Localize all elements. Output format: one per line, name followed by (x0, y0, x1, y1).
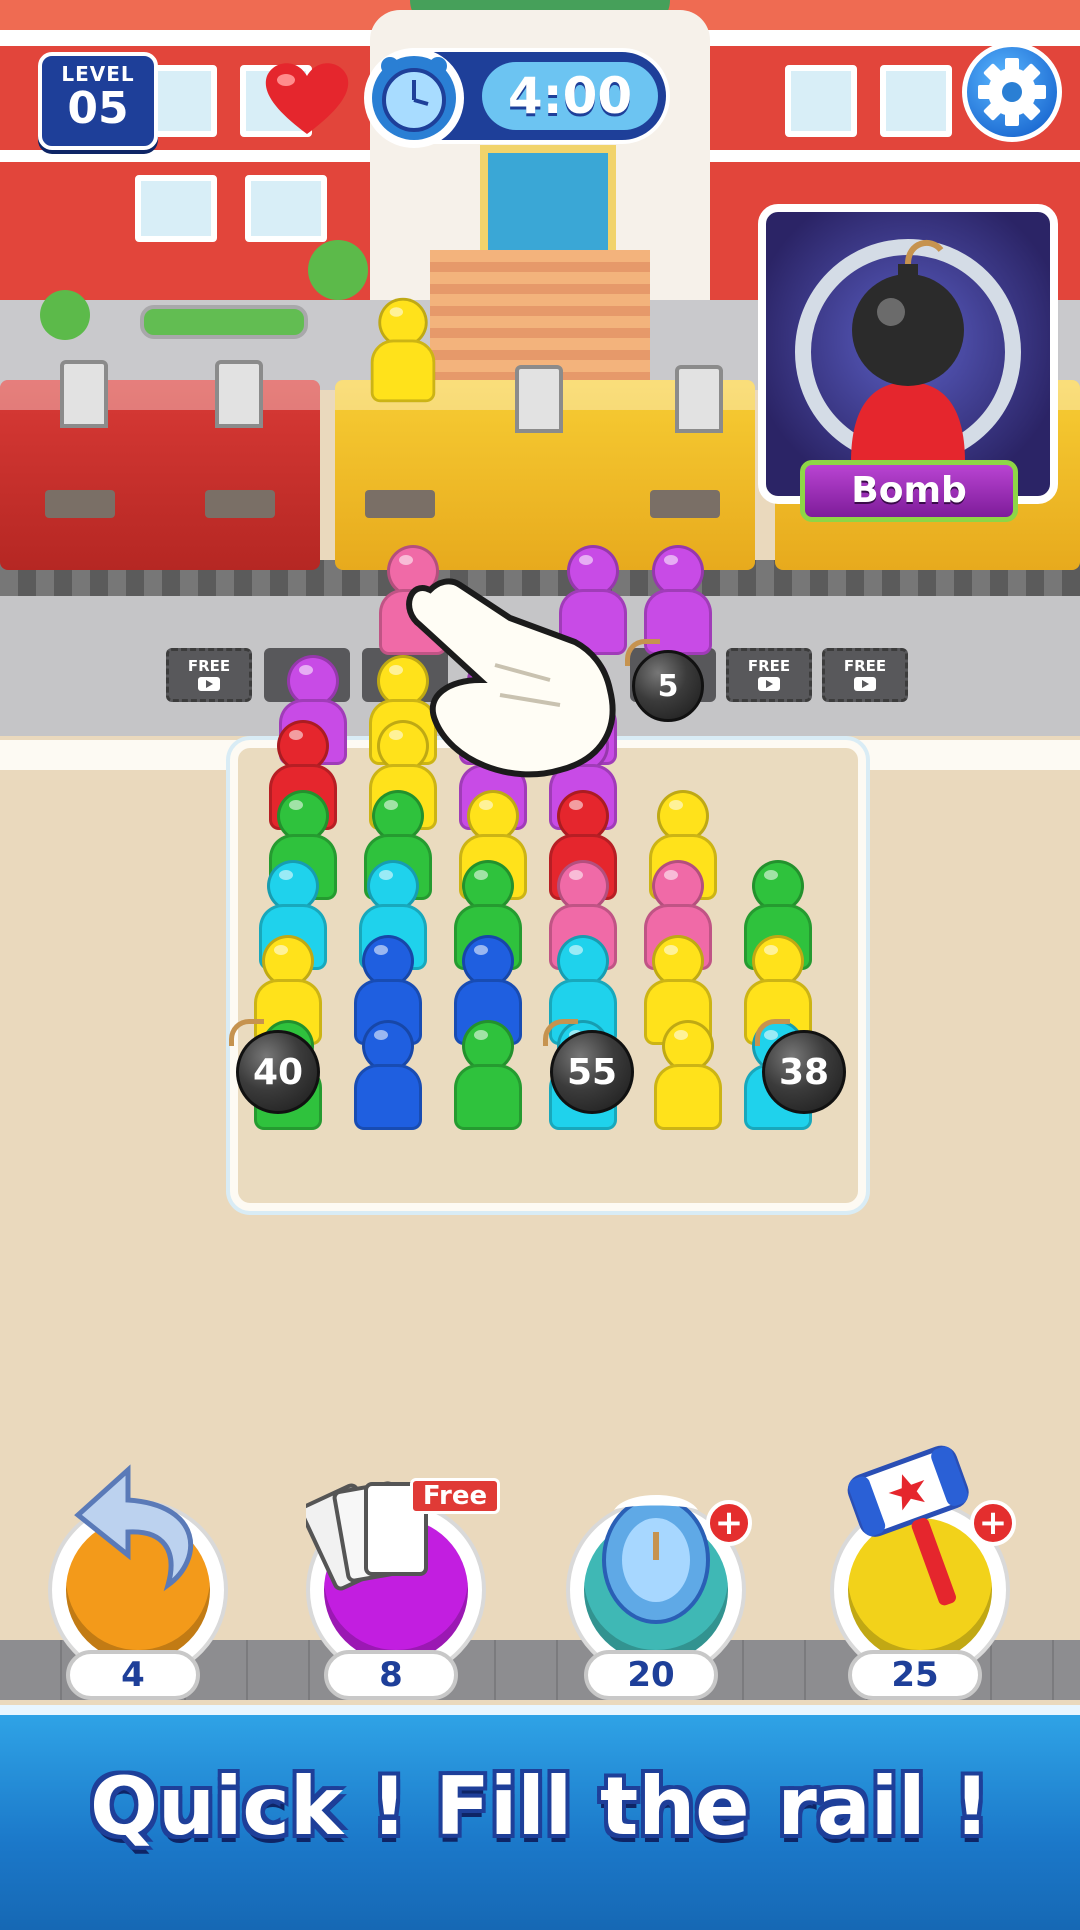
add-freeze-button[interactable]: + (706, 1500, 752, 1546)
undo-arrow-icon (74, 1464, 194, 1592)
station-window (880, 65, 952, 137)
add-hammer-button[interactable]: + (970, 1500, 1016, 1546)
shuffle-booster-button[interactable]: 8 (306, 1481, 486, 1700)
level-badge: LEVEL 05 (38, 52, 158, 150)
bomb-count: 5 (657, 669, 679, 704)
bomb-count: 40 (252, 1052, 304, 1093)
bomb-count: 55 (566, 1052, 618, 1093)
booster-count: 25 (848, 1650, 982, 1700)
booster-count: 20 (584, 1650, 718, 1700)
hammer-icon (847, 1445, 969, 1606)
bomb-timer[interactable]: 55 (543, 1019, 634, 1114)
bomb-count: 38 (778, 1052, 830, 1093)
hammer-booster-button[interactable]: + 25 (830, 1445, 1016, 1700)
train-seat (60, 360, 108, 428)
hint-text: Quick ! Fill the rail ! (90, 1760, 990, 1853)
slot-label: FREE (187, 657, 231, 675)
gear-icon (978, 58, 1046, 126)
station-window (135, 175, 217, 242)
tutorial-hand-icon (406, 578, 616, 778)
slot-label: FREE (843, 657, 887, 675)
tree-icon (308, 240, 368, 300)
alarm-clock-icon (364, 48, 464, 148)
train-car-red (0, 380, 320, 570)
timer-display: 4:00 (364, 48, 670, 148)
bomb-timer[interactable]: 40 (229, 1019, 320, 1114)
station-window (245, 175, 327, 242)
freeze-booster-button[interactable]: + 20 (566, 1495, 752, 1700)
video-play-icon (758, 677, 780, 691)
train-seat (515, 365, 563, 433)
frozen-clock-icon (602, 1495, 710, 1624)
video-play-icon (198, 677, 220, 691)
bomb-powerup-card (758, 204, 1058, 504)
undo-booster-button[interactable]: 4 (48, 1464, 228, 1700)
stickman-green[interactable] (450, 1020, 526, 1130)
level-number: 05 (67, 83, 129, 134)
stickman-yellow[interactable] (650, 1020, 726, 1130)
timer-value: 4:00 (507, 67, 633, 125)
tree-icon (40, 290, 90, 340)
slot-label: FREE (747, 657, 791, 675)
stickman-blue[interactable] (350, 1020, 426, 1130)
free-slot[interactable]: FREE (726, 648, 812, 702)
free-tag: Free (410, 1478, 500, 1514)
station-stairs (430, 250, 650, 380)
free-slot[interactable]: FREE (822, 648, 908, 702)
seated-passenger (367, 297, 439, 403)
hedge (140, 305, 308, 339)
video-play-icon (854, 677, 876, 691)
train-seat (675, 365, 723, 433)
station-window (785, 65, 857, 137)
heart-icon (265, 63, 349, 134)
booster-count: 4 (66, 1650, 200, 1700)
free-slot[interactable]: FREE (166, 648, 252, 702)
bomb-timer[interactable]: 38 (755, 1019, 846, 1114)
train-seat (215, 360, 263, 428)
bomb-timer[interactable]: 5 (625, 639, 704, 722)
settings-button[interactable] (962, 42, 1062, 142)
booster-count: 8 (324, 1650, 458, 1700)
bomb-character-icon (795, 239, 1021, 465)
bomb-card-label: Bomb (800, 460, 1018, 522)
